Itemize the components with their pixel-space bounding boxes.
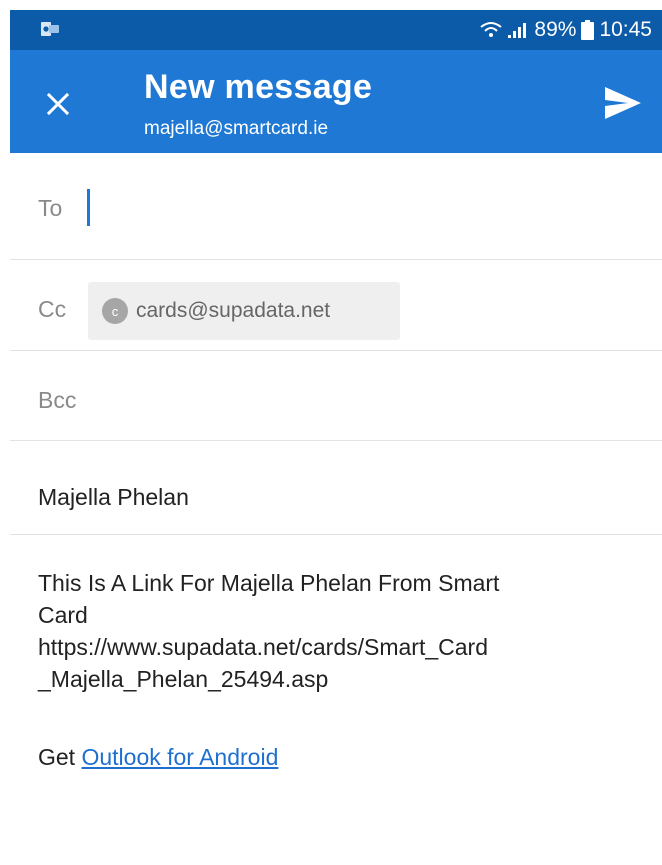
page-title: New message bbox=[144, 68, 373, 106]
avatar: c bbox=[102, 298, 128, 324]
subject-field[interactable]: Majella Phelan bbox=[10, 441, 662, 535]
send-button[interactable] bbox=[598, 78, 648, 128]
status-bar: 89% 10:45 bbox=[10, 10, 662, 50]
sender-account: majella@smartcard.ie bbox=[144, 118, 329, 139]
text-cursor bbox=[87, 189, 90, 226]
body-line: _Majella_Phelan_25494.asp bbox=[38, 666, 329, 692]
subject-text: Majella Phelan bbox=[38, 484, 189, 510]
message-body[interactable]: This Is A Link For Majella Phelan From S… bbox=[38, 567, 648, 695]
signature: Get Outlook for Android bbox=[38, 744, 278, 771]
recipient-chip[interactable]: c cards@supadata.net bbox=[88, 282, 400, 340]
cc-label: Cc bbox=[38, 296, 67, 322]
recipient-email: cards@supadata.net bbox=[136, 299, 331, 322]
outlook-for-android-link[interactable]: Outlook for Android bbox=[81, 744, 278, 770]
to-label: To bbox=[38, 195, 63, 221]
to-field[interactable]: To bbox=[10, 153, 662, 260]
cc-field[interactable]: Cc c cards@supadata.net bbox=[10, 260, 662, 351]
compose-app-bar: New message majella@smartcard.ie bbox=[10, 50, 662, 153]
status-time: 10:45 bbox=[599, 18, 652, 41]
body-line: This Is A Link For Majella Phelan From S… bbox=[38, 570, 500, 596]
close-icon bbox=[46, 92, 70, 116]
close-button[interactable] bbox=[38, 84, 78, 124]
signal-icon bbox=[508, 23, 527, 38]
battery-icon bbox=[581, 20, 595, 40]
outlook-app-icon bbox=[41, 22, 59, 36]
signature-prefix: Get bbox=[38, 744, 76, 770]
body-line: https://www.supadata.net/cards/Smart_Car… bbox=[38, 634, 488, 660]
bcc-label: Bcc bbox=[38, 387, 77, 413]
battery-percent: 89% bbox=[534, 18, 577, 41]
wifi-icon bbox=[480, 22, 503, 37]
send-icon bbox=[605, 87, 641, 119]
body-line: Card bbox=[38, 602, 88, 628]
bcc-field[interactable]: Bcc bbox=[10, 351, 662, 441]
